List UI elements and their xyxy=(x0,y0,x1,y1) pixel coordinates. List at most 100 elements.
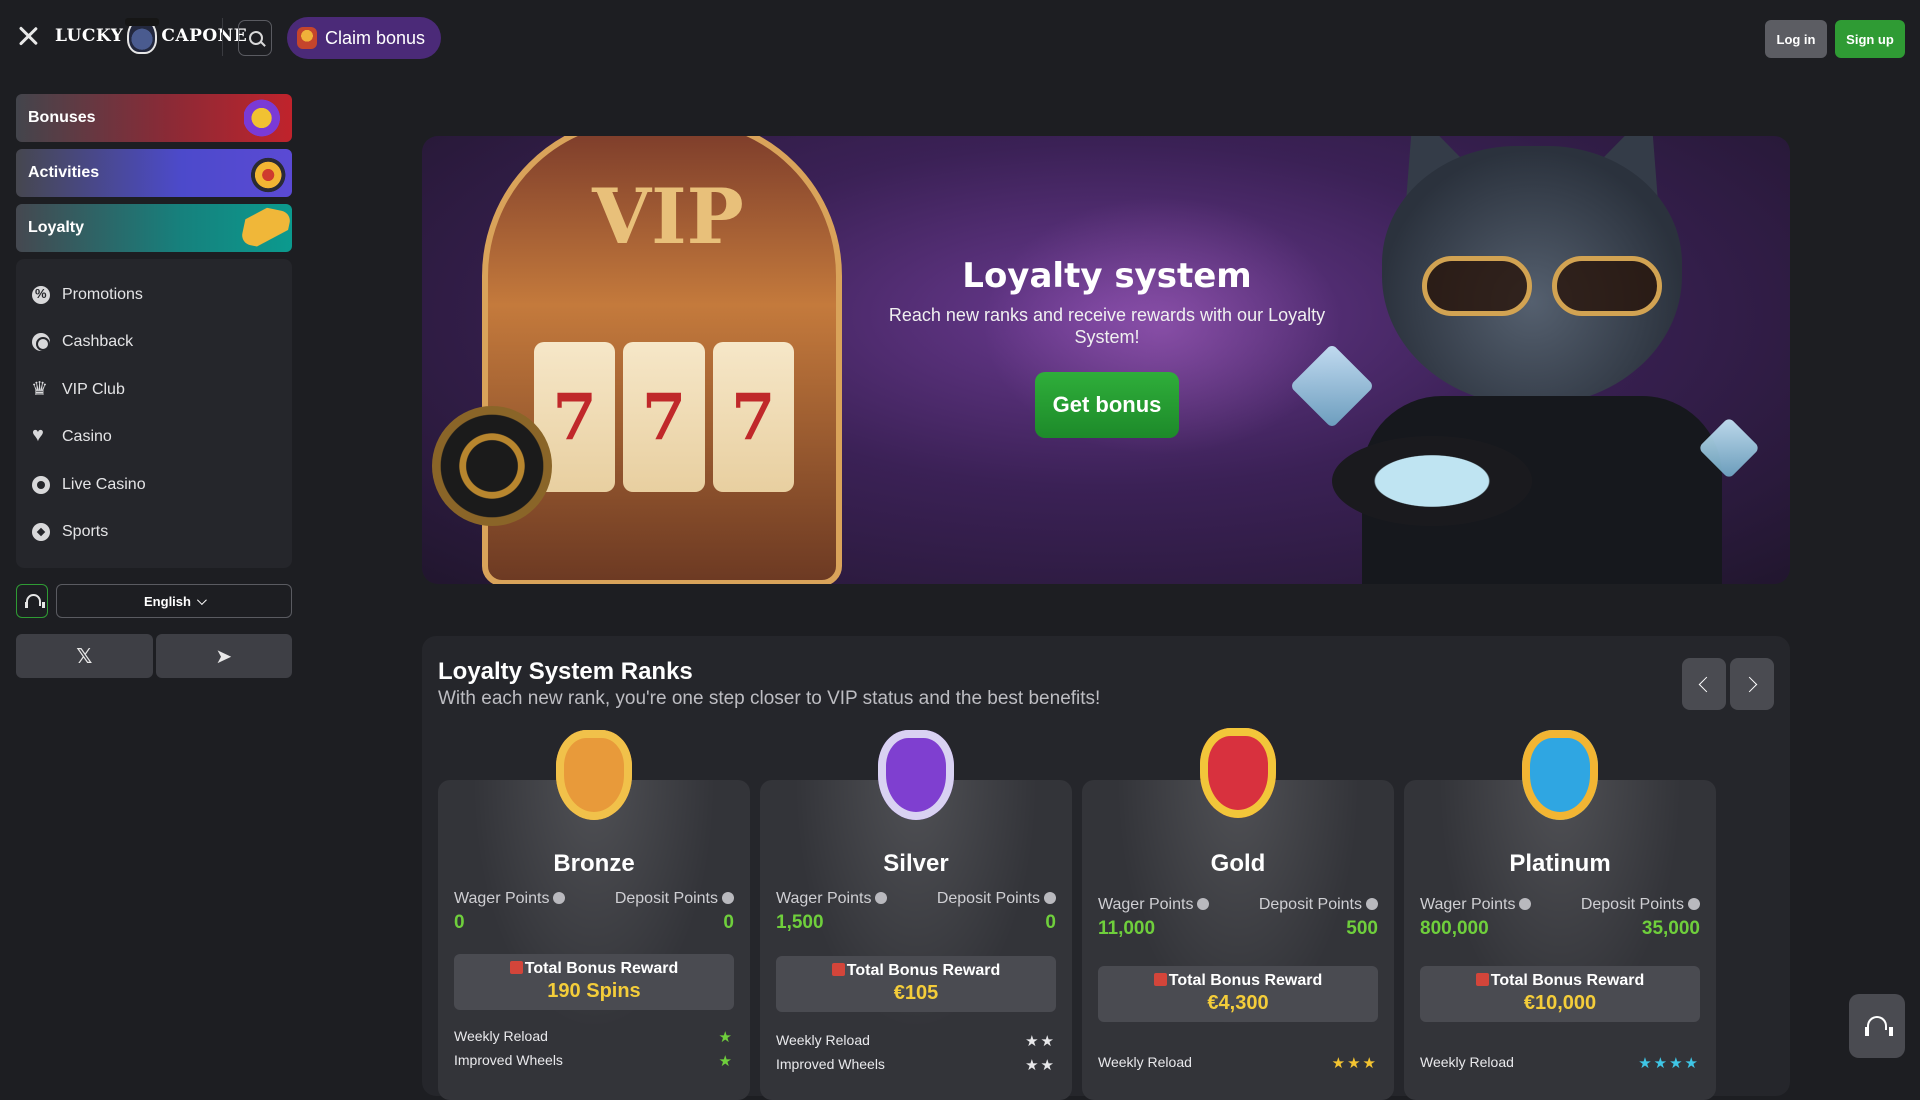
perk-label: Improved Wheels xyxy=(776,1056,885,1072)
rank-name: Bronze xyxy=(553,850,635,877)
card-suit-icon xyxy=(32,424,50,447)
x-social-button[interactable]: 𝕏 xyxy=(16,634,153,678)
bronze-rank-badge-icon xyxy=(556,730,632,820)
perk-row: Improved Wheels ★★ xyxy=(776,1056,1056,1074)
percent-badge-icon xyxy=(32,285,50,304)
ranks-prev-button[interactable] xyxy=(1682,658,1726,710)
perk-row: Weekly Reload ★ xyxy=(454,1028,734,1046)
top-bar: LUCKY CAPONE Claim bonus Log in Sign up xyxy=(0,0,1920,76)
sidebar-item-live-casino[interactable]: Live Casino xyxy=(16,461,292,509)
perk-stars: ★ xyxy=(718,1053,734,1070)
headset-support-icon[interactable] xyxy=(16,584,48,618)
sidebar-item-label: VIP Club xyxy=(62,380,125,398)
activities-art-icon xyxy=(244,153,288,193)
perk-label: Weekly Reload xyxy=(454,1028,548,1044)
sidebar-item-cashback[interactable]: Cashback xyxy=(16,319,292,367)
ranks-next-button[interactable] xyxy=(1730,658,1774,710)
rank-name: Gold xyxy=(1210,850,1266,877)
language-select[interactable]: English xyxy=(56,584,292,618)
x-logo-icon: 𝕏 xyxy=(76,645,93,668)
gold-rank-badge-icon xyxy=(1200,728,1276,818)
close-menu-icon[interactable] xyxy=(14,22,42,50)
info-icon[interactable] xyxy=(1688,898,1700,910)
reward-label: Total Bonus Reward xyxy=(1490,972,1645,989)
wager-points-label: Wager Points xyxy=(776,890,872,907)
perk-stars: ★★ xyxy=(1025,1033,1056,1050)
sidebar-card-bonuses[interactable]: Bonuses xyxy=(16,94,292,142)
rank-card-gold: Gold Wager Points Deposit Points 11,000 … xyxy=(1082,780,1394,1100)
perk-label: Weekly Reload xyxy=(1098,1054,1192,1070)
points-values: 11,000 500 xyxy=(1098,918,1378,940)
logo-text-right: CAPONE xyxy=(161,26,248,46)
info-icon[interactable] xyxy=(1197,898,1210,910)
signup-button[interactable]: Sign up xyxy=(1835,20,1905,58)
perk-row: Improved Wheels ★ xyxy=(454,1052,734,1070)
points-labels: Wager Points Deposit Points xyxy=(1420,896,1700,914)
total-bonus-reward: Total Bonus Reward €10,000 xyxy=(1420,966,1700,1022)
sidebar-item-vip-club[interactable]: VIP Club xyxy=(16,366,292,414)
points-values: 1,500 0 xyxy=(776,912,1056,934)
wager-points-value: 0 xyxy=(454,912,465,933)
sidebar-card-label: Loyalty xyxy=(28,219,85,236)
deposit-points-value: 0 xyxy=(723,912,734,933)
points-values: 800,000 35,000 xyxy=(1420,918,1700,940)
sidebar-item-sports[interactable]: Sports xyxy=(16,509,292,557)
get-bonus-button[interactable]: Get bonus xyxy=(1035,372,1179,438)
deposit-points-value: 0 xyxy=(1045,912,1056,933)
claim-bonus-label: Claim bonus xyxy=(325,27,426,48)
login-button[interactable]: Log in xyxy=(1765,20,1827,58)
cashback-icon xyxy=(32,333,50,352)
rank-name: Platinum xyxy=(1509,850,1611,877)
sidebar-item-label: Sports xyxy=(62,523,109,541)
wager-points-value: 11,000 xyxy=(1098,918,1156,939)
sidebar-item-label: Cashback xyxy=(62,333,134,351)
cat-mascot-illustration xyxy=(1322,136,1782,584)
search-button[interactable] xyxy=(238,20,272,56)
info-icon[interactable] xyxy=(1366,898,1378,910)
slot-reel: 7 xyxy=(712,342,794,492)
deposit-points-value: 35,000 xyxy=(1641,918,1700,939)
info-icon[interactable] xyxy=(553,892,566,904)
sidebar-card-label: Bonuses xyxy=(28,109,96,126)
wager-points-label: Wager Points xyxy=(1420,896,1516,913)
sidebar-card-loyalty[interactable]: Loyalty xyxy=(16,204,292,252)
reward-label: Total Bonus Reward xyxy=(524,960,679,977)
sidebar-item-casino[interactable]: Casino xyxy=(16,414,292,462)
points-labels: Wager Points Deposit Points xyxy=(1098,896,1378,914)
reward-value: €105 xyxy=(893,982,939,1004)
sidebar-item-label: Promotions xyxy=(62,285,143,303)
logo-text-left: LUCKY xyxy=(55,26,124,46)
rank-card-bronze: Bronze Wager Points Deposit Points 0 0 T… xyxy=(438,780,750,1100)
loyalty-art-icon xyxy=(240,204,292,252)
points-labels: Wager Points Deposit Points xyxy=(776,890,1056,908)
crown-icon xyxy=(31,378,50,401)
deposit-points-label: Deposit Points xyxy=(1258,896,1362,913)
silver-rank-badge-icon xyxy=(878,730,954,820)
floating-support-button[interactable] xyxy=(1849,994,1905,1058)
perk-stars: ★ xyxy=(718,1029,734,1046)
sidebar-item-promotions[interactable]: Promotions xyxy=(16,271,292,319)
hero-title: Loyalty system xyxy=(962,256,1252,296)
brand-logo[interactable]: LUCKY CAPONE xyxy=(55,16,247,56)
casino-chip-illustration xyxy=(432,406,552,526)
wager-points-value: 1,500 xyxy=(776,912,824,933)
hero-subtitle: Reach new ranks and receive rewards with… xyxy=(888,305,1326,347)
divider xyxy=(222,18,223,56)
points-labels: Wager Points Deposit Points xyxy=(454,890,734,908)
info-icon[interactable] xyxy=(722,892,734,904)
perk-row: Weekly Reload ★★★★ xyxy=(1420,1054,1700,1072)
info-icon[interactable] xyxy=(1044,892,1056,904)
reward-value: €10,000 xyxy=(1523,992,1597,1014)
perk-stars: ★★★ xyxy=(1331,1055,1378,1072)
sidebar-card-activities[interactable]: Activities xyxy=(16,149,292,197)
rank-card-platinum: Platinum Wager Points Deposit Points 800… xyxy=(1404,780,1716,1100)
deposit-points-label: Deposit Points xyxy=(614,890,718,907)
gift-icon xyxy=(297,27,317,49)
info-icon[interactable] xyxy=(875,892,888,904)
telegram-button[interactable]: ➤ xyxy=(155,634,292,678)
info-icon[interactable] xyxy=(1519,898,1532,910)
gift-icon xyxy=(1153,973,1167,986)
support-language-row: English xyxy=(16,584,292,618)
telegram-icon: ➤ xyxy=(215,645,233,668)
claim-bonus-button[interactable]: Claim bonus xyxy=(287,17,441,59)
